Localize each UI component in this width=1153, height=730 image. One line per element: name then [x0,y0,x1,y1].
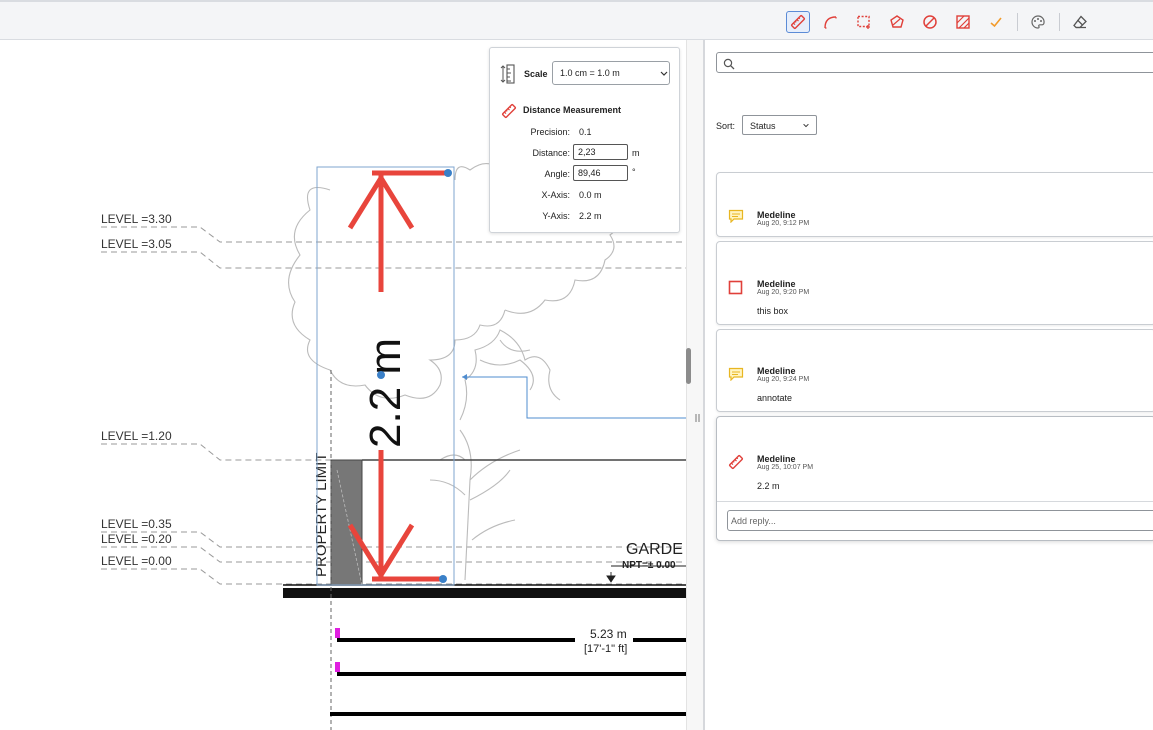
palette-tool-button[interactable] [1026,11,1050,33]
garden-label: GARDE [626,541,683,558]
arc-tool-button[interactable] [819,11,843,33]
comment-icon [728,209,744,228]
comment-icon [728,367,744,386]
eraser-icon [1073,15,1087,29]
comment-author: Medeline [757,366,796,376]
angle-unit: ° [632,167,636,177]
check-tool-button[interactable] [984,11,1008,33]
no-entry-icon [923,15,937,29]
level-label: LEVEL =3.30 [101,212,172,226]
distance-unit: m [632,148,640,158]
level-markers: LEVEL =3.30 LEVEL =3.05 LEVEL =1.20 LEVE… [101,212,172,568]
measurement-handle-start[interactable] [444,169,452,177]
level-label: LEVEL =0.20 [101,532,172,546]
scrollbar-thumb[interactable] [686,348,691,384]
drawing-canvas[interactable]: LEVEL =3.30 LEVEL =3.05 LEVEL =1.20 LEVE… [0,40,686,730]
comment-card[interactable]: Medeline Aug 20, 9:20 PM this box [716,241,1153,325]
level-label: LEVEL =1.20 [101,429,172,443]
ground-slab [283,588,686,598]
yaxis-label: Y-Axis: [542,211,570,221]
yaxis-value: 2.2 m [579,211,602,221]
dimension-imperial: [17'-1" ft] [584,643,627,655]
scale-label: Scale [524,69,548,79]
comment-card-selected[interactable]: Medeline Aug 25, 10:07 PM 2.2 m Add repl… [716,416,1153,541]
comment-time: Aug 25, 10:07 PM [757,464,814,471]
annotation-toolbar [0,0,1153,40]
polygon-tool-button[interactable] [885,11,909,33]
eraser-tool-button[interactable] [1068,11,1092,33]
xaxis-value: 0.0 m [579,190,602,200]
toolbar-separator [1017,13,1018,31]
comment-card[interactable]: Medeline Aug 20, 9:24 PM annotate [716,329,1153,412]
dashed-rect-icon [857,15,870,29]
comment-author: Medeline [757,210,796,220]
distance-label: Distance: [532,148,570,158]
comment-time: Aug 20, 9:20 PM [757,289,810,296]
measurement-value-label: 2.2 m [361,338,410,448]
measurement-panel: Scale 1.0 cm = 1.0 m Distance Measuremen… [489,47,680,233]
card-divider [717,501,1153,502]
precision-value: 0.1 [579,127,592,137]
palette-icon [1031,15,1045,29]
comment-time: Aug 20, 9:24 PM [757,376,810,383]
comment-author: Medeline [757,279,796,289]
comment-author: Medeline [757,454,796,464]
property-limit-label: PROPERTY LIMIT [313,453,330,577]
sort-value: Status [750,121,776,131]
distance-measurement-title: Distance Measurement [523,105,622,115]
rect-area-tool-button[interactable] [852,11,876,33]
hatch-tool-button[interactable] [951,11,975,33]
angle-input[interactable]: 89,46 [573,165,628,181]
comment-body: annotate [757,393,793,403]
angle-label: Angle: [544,169,570,179]
xaxis-label: X-Axis: [541,190,570,200]
sort-select[interactable]: Status [742,115,817,135]
toolbar-separator [1059,13,1060,31]
comments-pane: Sort: Status Medeline Aug 20, 9:12 PM Me… [705,40,1153,730]
precision-label: Precision: [530,127,570,137]
comment-card[interactable]: Medeline Aug 20, 9:12 PM [716,172,1153,237]
search-input[interactable] [716,52,1153,73]
level-label: LEVEL =0.00 [101,554,172,568]
exclusion-tool-button[interactable] [918,11,942,33]
property-wall [330,459,363,586]
reply-input[interactable]: Add reply... [727,510,1153,531]
measurement-handle-end[interactable] [439,575,447,583]
rectangle-icon [728,280,743,300]
comment-time: Aug 20, 9:12 PM [757,220,810,227]
dimension-lines: 5.23 m [17'-1" ft] [330,627,686,716]
ruler-tool-button[interactable] [786,11,810,33]
comment-body: 2.2 m [757,481,780,491]
distance-measurement[interactable]: 2.2 m [347,170,447,582]
level-label: LEVEL =0.35 [101,517,172,531]
distance-input[interactable]: 2,23 [573,144,628,160]
measurement-handle-mid[interactable] [377,371,385,379]
dimension-metric: 5.23 m [590,627,627,641]
scale-value: 1.0 cm = 1.0 m [560,68,620,78]
annotation-connector [462,374,686,419]
ruler-icon [790,14,806,30]
sort-label: Sort: [716,121,736,131]
splitter-grip-icon[interactable] [694,413,702,423]
app-window: LEVEL =3.30 LEVEL =3.05 LEVEL =1.20 LEVE… [0,0,1153,730]
arc-icon [824,16,837,29]
drawing-scrollbar[interactable] [686,40,704,730]
ruler-icon [728,454,744,475]
checkmark-icon [990,17,1002,28]
scale-select[interactable]: 1.0 cm = 1.0 m [552,61,670,85]
search-icon [723,57,735,75]
npt-label: NPT=± 0.00 [622,560,676,571]
chevron-down-icon [802,121,810,131]
level-label: LEVEL =3.05 [101,237,172,251]
polygon-icon [890,15,904,28]
comment-body: this box [757,306,789,316]
hatch-icon [956,15,970,29]
